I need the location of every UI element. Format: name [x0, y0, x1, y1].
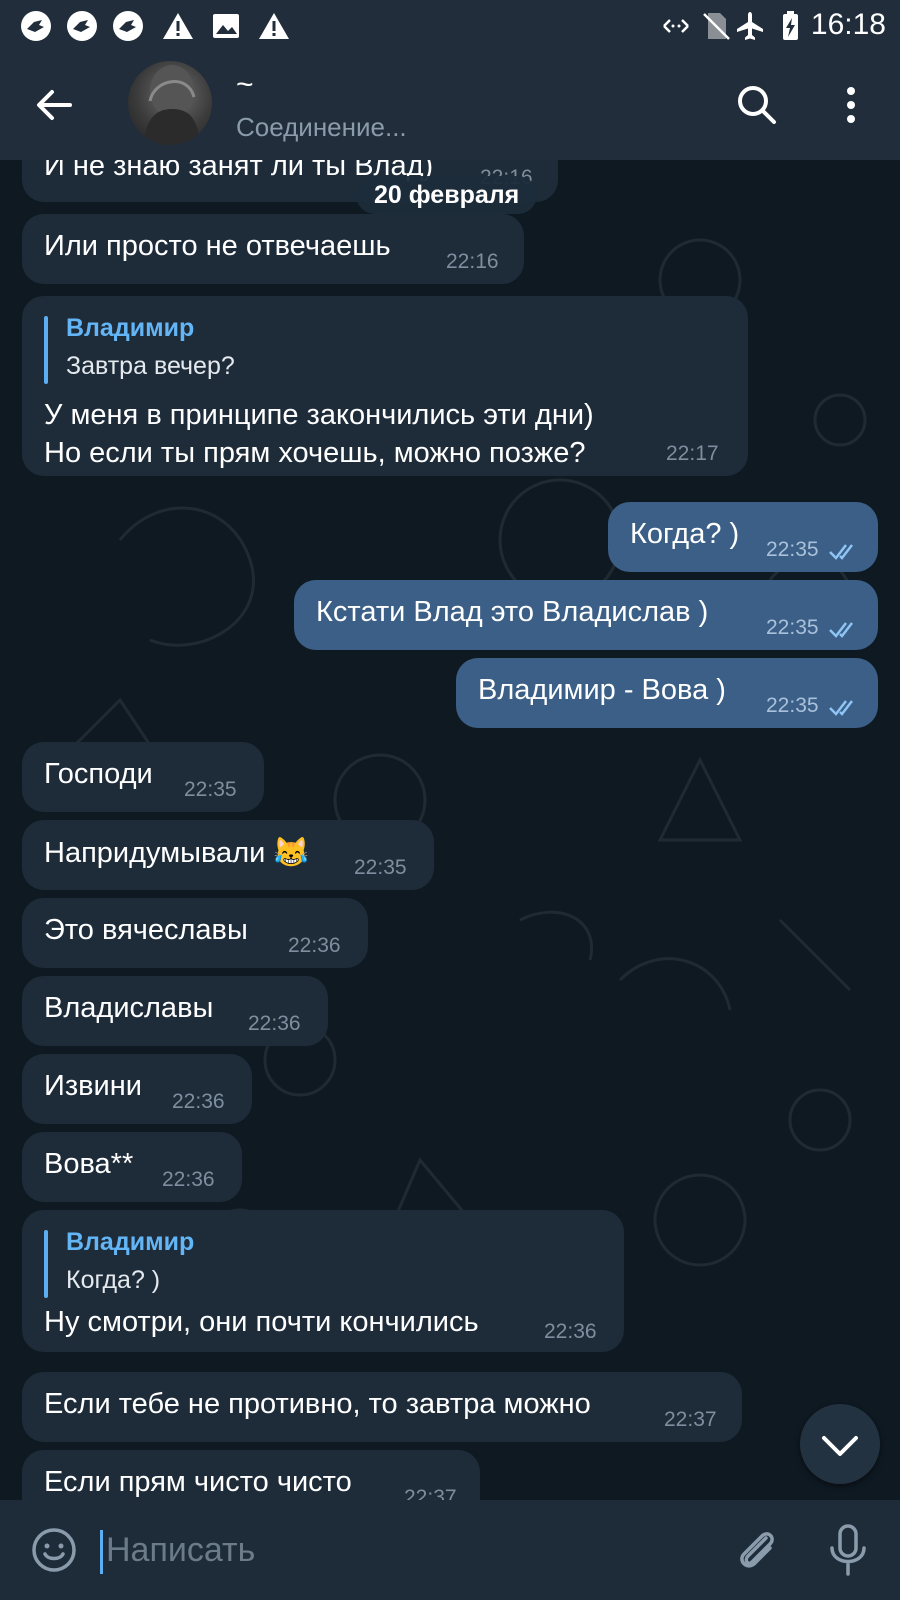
message-time: 22:36: [172, 1090, 225, 1113]
message-text: Господи: [44, 758, 153, 790]
message-bubble[interactable]: Если прям чисто чисто 22:37: [22, 1450, 480, 1500]
reply-quote-bar: [44, 316, 48, 384]
connection-status: Соединение...: [236, 112, 407, 142]
message-bubble[interactable]: Господи 22:35: [22, 742, 264, 812]
message-bubble[interactable]: Если тебе не противно, то завтра можно 2…: [22, 1372, 742, 1442]
message-text: Владимир - Вова ): [478, 674, 726, 706]
back-arrow-icon[interactable]: [30, 80, 80, 130]
reply-author: Владимир: [66, 1228, 195, 1256]
text-cursor: [100, 1530, 103, 1574]
read-checks-icon: [829, 544, 853, 560]
message-bubble[interactable]: Извини 22:36: [22, 1054, 252, 1124]
read-checks-icon: [829, 622, 853, 638]
message-time: 22:17: [666, 442, 719, 465]
scroll-to-bottom-button[interactable]: [800, 1404, 880, 1484]
message-list[interactable]: И не знаю занят ли ты Влад) 22:16 20 фев…: [0, 160, 900, 1500]
message-time: 22:36: [288, 934, 341, 957]
emoji-icon[interactable]: [30, 1526, 78, 1574]
battery-charging-icon: [783, 11, 798, 40]
microphone-icon[interactable]: [822, 1522, 874, 1578]
message-text: Извини: [44, 1070, 142, 1102]
more-menu-icon[interactable]: [826, 80, 876, 130]
chat-title: ~: [236, 68, 254, 101]
vpn-bird-icon: [67, 11, 97, 41]
message-time: 22:37: [664, 1408, 717, 1431]
message-composer: [0, 1500, 900, 1600]
reply-quote-bar: [44, 1230, 48, 1298]
avatar[interactable]: [128, 61, 212, 145]
vpn-bird-icon: [113, 11, 143, 41]
message-bubble[interactable]: Владиславы 22:36: [22, 976, 328, 1046]
message-text: Владиславы: [44, 992, 214, 1024]
avatar-image: [143, 65, 200, 145]
date-pill: 20 февраля: [356, 176, 538, 214]
message-time: 22:35: [354, 856, 407, 879]
message-bubble-outgoing[interactable]: Кстати Влад это Владислав ) 22:35: [294, 580, 878, 650]
message-text: Если прям чисто чисто: [44, 1466, 352, 1498]
message-time: 22:36: [544, 1320, 597, 1343]
clock: 16:18: [810, 8, 886, 41]
message-text: Напридумывали 😹: [44, 837, 310, 869]
message-text: Вова**: [44, 1148, 134, 1180]
message-bubble[interactable]: Или просто не отвечаешь 22:16: [22, 214, 524, 284]
message-time: 22:35: [766, 694, 819, 717]
search-icon[interactable]: [732, 80, 782, 130]
read-checks-icon: [829, 700, 853, 716]
message-text: Когда? ): [630, 518, 740, 550]
message-bubble-outgoing[interactable]: Владимир - Вова ) 22:35: [456, 658, 878, 728]
message-input[interactable]: [104, 1524, 708, 1576]
reply-text: Когда? ): [66, 1266, 161, 1294]
message-bubble[interactable]: Владимир Когда? ) Ну смотри, они почти к…: [22, 1210, 624, 1352]
message-bubble[interactable]: Владимир Завтра вечер? У меня в принципе…: [22, 296, 748, 476]
chat-header: ~ Соединение...: [0, 50, 900, 160]
reply-text: Завтра вечер?: [66, 352, 235, 380]
message-time: 22:36: [162, 1168, 215, 1191]
reply-author: Владимир: [66, 314, 195, 342]
message-time: 22:35: [766, 538, 819, 561]
message-text: Если тебе не противно, то завтра можно: [44, 1388, 591, 1420]
warning-icon: [163, 13, 193, 39]
message-bubble[interactable]: Напридумывали 😹 22:35: [22, 820, 434, 890]
message-text: Это вячеславы: [44, 914, 248, 946]
no-sim-icon: [703, 13, 730, 40]
message-text: Ну смотри, они почти кончились: [44, 1306, 479, 1338]
chevron-down-icon: [822, 1436, 858, 1456]
status-bar: 16:18: [0, 0, 900, 50]
image-icon: [213, 14, 239, 38]
message-text: У меня в принципе закончились эти дни) Н…: [44, 399, 594, 469]
message-time: 22:35: [184, 778, 237, 801]
message-bubble[interactable]: Вова** 22:36: [22, 1132, 242, 1202]
warning-icon: [259, 13, 289, 39]
message-time: 22:16: [446, 250, 499, 273]
message-time: 22:36: [248, 1012, 301, 1035]
message-text: Или просто не отвечаешь: [44, 230, 391, 262]
message-bubble-outgoing[interactable]: Когда? ) 22:35: [608, 502, 878, 572]
message-text: Кстати Влад это Владислав ): [316, 596, 709, 628]
airplane-icon: [737, 12, 763, 40]
attach-paperclip-icon[interactable]: [732, 1524, 784, 1576]
message-bubble[interactable]: Это вячеславы 22:36: [22, 898, 368, 968]
message-time: 22:35: [766, 616, 819, 639]
vpn-bird-icon: [21, 11, 51, 41]
message-time: 22:37: [404, 1486, 457, 1500]
data-saver-icon: [663, 19, 689, 33]
